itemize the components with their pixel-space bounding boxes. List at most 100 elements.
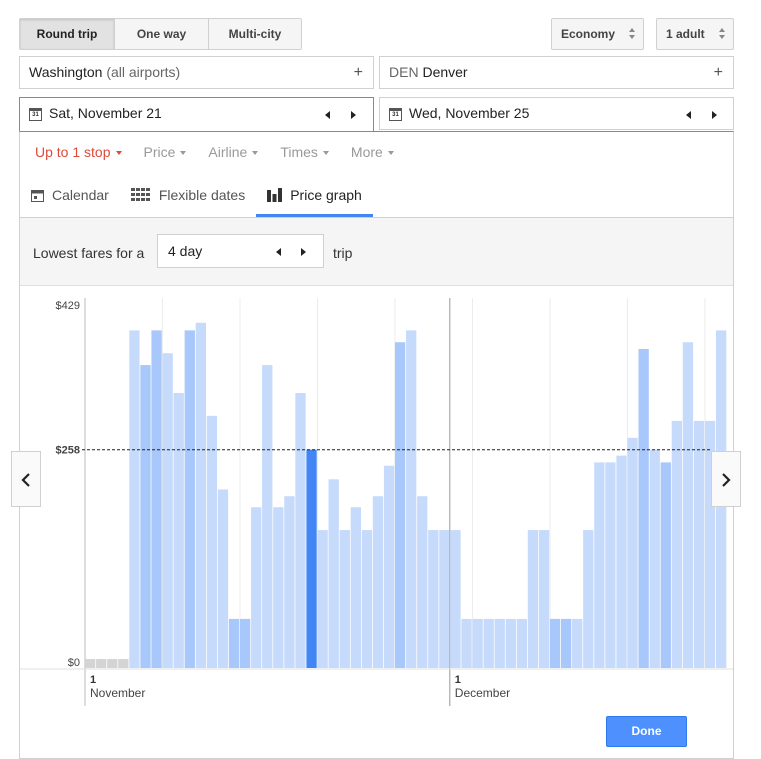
round-trip-tab[interactable]: Round trip	[20, 19, 115, 49]
dropdown-caret-icon	[322, 151, 329, 156]
price-bar	[96, 659, 107, 668]
chevron-right-icon	[722, 473, 731, 487]
price-bar	[284, 496, 295, 668]
calendar-icon: 31	[389, 108, 402, 121]
tab-price-graph-label: Price graph	[290, 187, 362, 203]
chevron-left-icon	[21, 473, 30, 487]
trip-suffix-label: trip	[333, 245, 353, 261]
dropdown-caret-icon	[115, 151, 122, 156]
duration-decrease-arrow-icon[interactable]	[276, 248, 281, 256]
trip-type-selector: Round trip One way Multi-city	[19, 18, 302, 50]
dropdown-caret-icon	[252, 151, 259, 156]
y-axis-label: $429	[56, 300, 80, 312]
tab-price-graph[interactable]: Price graph	[256, 177, 373, 217]
stops-filter[interactable]: Up to 1 stop	[35, 144, 122, 160]
price-bar	[605, 462, 616, 668]
price-bar	[151, 330, 162, 668]
return-prev-arrow-icon[interactable]	[686, 111, 691, 119]
price-bar	[439, 530, 450, 668]
price-bar	[295, 393, 306, 668]
price-bar	[660, 462, 671, 668]
graph-prev-button[interactable]	[11, 451, 41, 507]
grid-icon	[130, 188, 150, 202]
price-bar	[472, 618, 483, 668]
x-axis-month-label: November	[90, 686, 145, 700]
price-bar	[184, 330, 195, 668]
x-axis-day-label: 1	[455, 674, 461, 686]
y-axis-label: $0	[68, 657, 80, 669]
more-filter[interactable]: More	[351, 144, 394, 160]
price-bar	[428, 530, 439, 668]
times-filter[interactable]: Times	[280, 144, 329, 160]
price-bar	[649, 449, 660, 668]
destination-field[interactable]: DEN Denver +	[379, 56, 734, 89]
price-bar	[671, 420, 683, 668]
price-filter-label: Price	[143, 144, 176, 160]
price-bar	[273, 507, 284, 668]
price-bar	[118, 659, 129, 668]
date-picker-panel: Up to 1 stop Price Airline Times More Ca…	[19, 131, 734, 759]
multi-city-tab[interactable]: Multi-city	[209, 19, 301, 49]
price-bar	[494, 618, 505, 668]
price-bar	[561, 618, 572, 668]
trip-duration-input[interactable]: 4 day	[157, 234, 324, 268]
add-origin-icon[interactable]: +	[354, 57, 363, 88]
origin-detail: (all airports)	[106, 64, 181, 80]
return-date-field[interactable]: 31 Wed, November 25	[379, 97, 734, 130]
price-bar	[361, 530, 373, 668]
view-tabs: Calendar Flexible dates Price graph	[20, 177, 373, 217]
destination-code: DEN	[389, 64, 419, 80]
passengers-select[interactable]: 1 adult	[656, 18, 734, 50]
calendar-icon: 31	[29, 108, 42, 121]
price-bar	[461, 618, 472, 668]
price-bar	[317, 530, 328, 668]
add-destination-icon[interactable]: +	[714, 57, 723, 88]
price-bar	[483, 618, 494, 668]
calendar-icon	[31, 189, 44, 202]
stops-filter-label: Up to 1 stop	[35, 144, 111, 160]
duration-increase-arrow-icon[interactable]	[301, 248, 306, 256]
price-bar	[516, 618, 528, 668]
price-bar	[572, 618, 583, 668]
price-bar	[129, 330, 140, 668]
tab-calendar[interactable]: Calendar	[20, 177, 120, 217]
price-bar	[527, 530, 539, 668]
return-next-arrow-icon[interactable]	[712, 111, 717, 119]
price-bar	[372, 496, 384, 668]
price-bar	[251, 507, 262, 668]
depart-next-arrow-icon[interactable]	[351, 111, 356, 119]
x-axis-day-label: 1	[90, 674, 96, 686]
airline-filter[interactable]: Airline	[208, 144, 259, 160]
depart-prev-arrow-icon[interactable]	[325, 111, 330, 119]
price-bar	[350, 507, 361, 668]
price-bar	[239, 618, 251, 668]
selected-price-bar	[306, 449, 317, 668]
price-bar	[206, 415, 218, 668]
y-axis-label: $258	[56, 445, 80, 457]
destination-city: Denver	[422, 64, 468, 80]
updown-arrows-icon	[629, 28, 636, 39]
cabin-class-select[interactable]: Economy	[551, 18, 644, 50]
done-button[interactable]: Done	[606, 716, 687, 747]
tab-flexible-dates[interactable]: Flexible dates	[120, 177, 256, 217]
price-bar	[627, 437, 638, 668]
origin-field[interactable]: Washington (all airports) +	[19, 56, 374, 89]
more-filter-label: More	[350, 144, 383, 160]
price-bar	[682, 342, 694, 668]
price-bar	[339, 530, 350, 668]
graph-next-button[interactable]	[711, 451, 741, 507]
price-bar	[693, 420, 705, 668]
depart-date-field[interactable]: 31 Sat, November 21	[19, 97, 374, 131]
price-graph: $429 $258 $0 1 November 1 December	[20, 286, 733, 708]
price-bar	[85, 659, 96, 668]
trip-duration-value: 4 day	[168, 243, 203, 259]
price-bar	[228, 618, 240, 668]
airline-filter-label: Airline	[208, 144, 248, 160]
price-filter[interactable]: Price	[144, 144, 187, 160]
price-bar	[549, 618, 561, 668]
updown-arrows-icon	[719, 28, 726, 39]
price-bar	[195, 322, 206, 668]
one-way-tab[interactable]: One way	[115, 19, 209, 49]
price-bar	[417, 496, 428, 668]
lowest-fares-label: Lowest fares for a	[33, 245, 145, 261]
